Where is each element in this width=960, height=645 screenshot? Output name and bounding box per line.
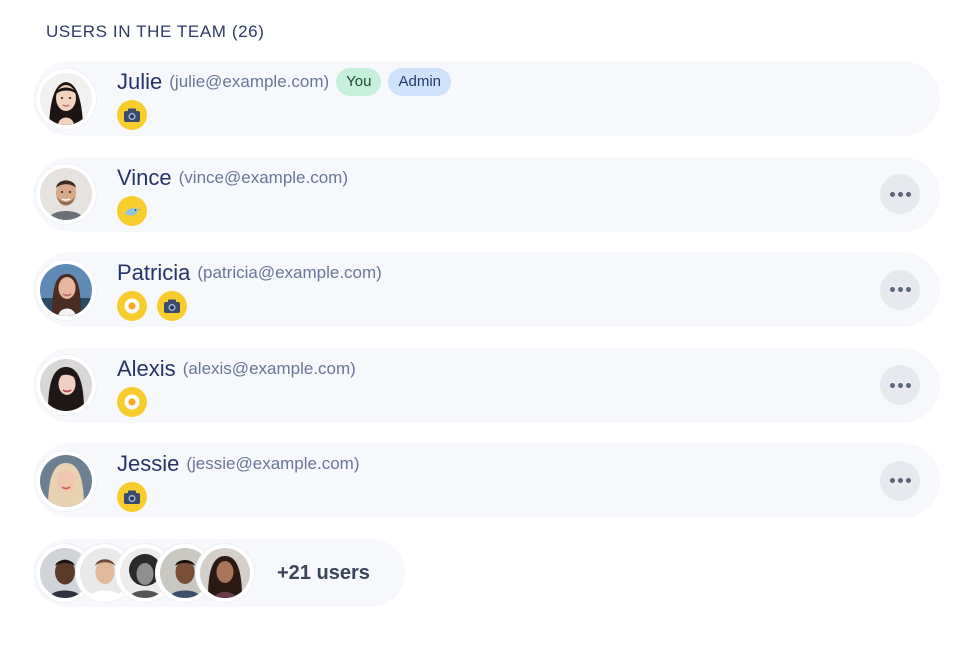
more-options-button[interactable] [880,365,920,405]
avatar-patricia-image [40,263,92,316]
badge-list [117,100,451,130]
member-name: Vince [117,164,172,190]
avatar [35,258,97,321]
avatar [35,449,97,512]
avatar-julie-image [40,72,92,125]
member-name-line: Alexis (alexis@example.com) [117,354,356,384]
avatar-alexis-image [40,359,92,411]
avatar [195,543,255,603]
more-options-button[interactable] [880,174,920,214]
avatar [35,163,97,225]
member-info: Alexis (alexis@example.com) [117,354,356,417]
member-name: Jessie [117,451,180,476]
badge-list [117,482,360,512]
admin-tag: Admin [388,68,452,96]
egg-icon [117,386,147,417]
member-email: (jessie@example.com) [186,454,360,473]
member-row: Julie (julie@example.com) You Admin [33,61,940,136]
more-users-count: +21 users [277,561,370,584]
avatar [35,354,97,416]
avatar-vince-image [40,168,92,220]
member-name-line: Vince (vince@example.com) [117,163,348,193]
member-row: Patricia (patricia@example.com) [33,252,940,327]
avatar-stack [35,543,255,603]
member-email: (vince@example.com) [178,167,349,187]
other-users-row[interactable]: +21 users [33,539,405,607]
camera-icon [157,291,187,321]
member-row: Jessie (jessie@example.com) [33,443,940,518]
egg-icon [117,291,147,321]
badge-list [117,386,356,417]
camera-icon [117,482,147,512]
member-info: Jessie (jessie@example.com) [117,449,360,512]
more-options-button[interactable] [880,269,920,310]
member-list: Julie (julie@example.com) You Admin Vinc… [33,61,940,539]
you-tag: You [336,68,382,96]
member-name-line: Patricia (patricia@example.com) [117,258,382,288]
avatar [35,67,97,130]
badge-list [117,291,382,321]
member-info: Vince (vince@example.com) [117,163,348,226]
member-email: (julie@example.com) [169,72,330,91]
member-row: Vince (vince@example.com) [33,156,940,232]
member-info: Julie (julie@example.com) You Admin [117,67,452,130]
member-email: (patricia@example.com) [197,263,382,282]
bird-icon [117,195,147,226]
member-row: Alexis (alexis@example.com) [33,347,940,423]
member-email: (alexis@example.com) [182,358,356,378]
camera-icon [117,100,147,130]
team-section-title: USERS IN THE TEAM (26) [46,22,265,41]
member-name: Patricia [117,260,191,285]
member-name: Alexis [117,355,176,381]
badge-list [117,195,348,226]
more-options-button[interactable] [880,460,920,501]
avatar-jessie-image [40,454,92,507]
member-name-line: Julie (julie@example.com) You Admin [117,67,452,97]
member-name-line: Jessie (jessie@example.com) [117,449,360,479]
member-name: Julie [117,69,163,94]
member-info: Patricia (patricia@example.com) [117,258,382,321]
